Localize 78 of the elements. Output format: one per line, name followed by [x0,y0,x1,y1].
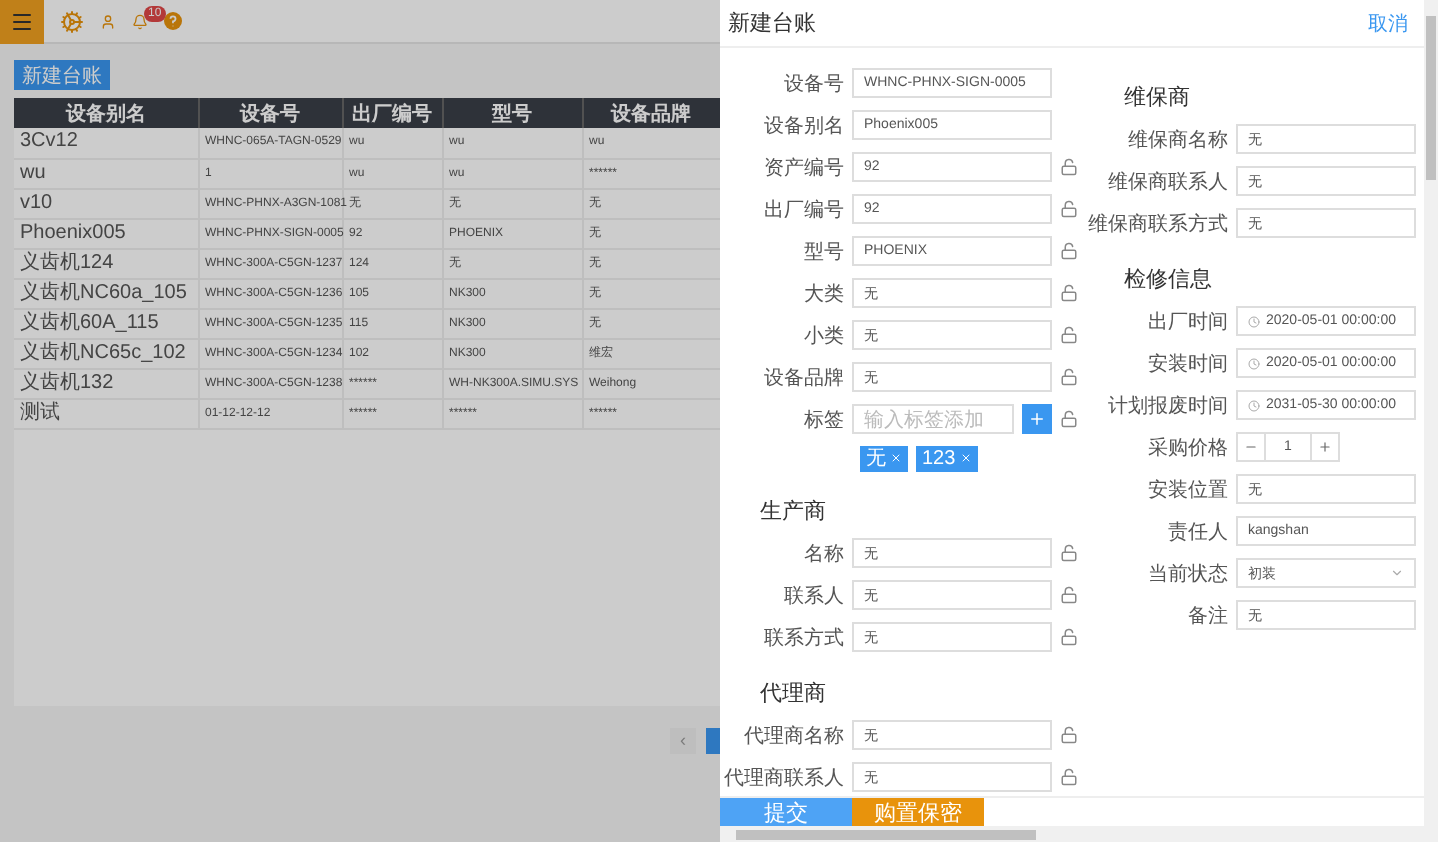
column-header: 出厂编号 [342,98,442,128]
minus-icon [1244,440,1258,454]
field-label: 标签 [802,407,844,433]
clock-icon [1248,315,1260,327]
section-title: 代理商 [758,679,828,709]
field-label: 资产编号 [762,155,844,181]
field-label: 设备号 [782,71,844,97]
section-title: 生产商 [758,497,828,527]
menu-button[interactable] [0,0,44,43]
field-label: 大类 [802,281,844,307]
gear-icon [60,9,84,33]
field-label: 设备品牌 [762,365,844,391]
unlock-icon[interactable] [1060,410,1078,428]
column-header: 型号 [442,98,582,128]
unlock-icon[interactable] [1060,628,1078,646]
unlock-icon[interactable] [1060,368,1078,386]
close-icon[interactable] [959,452,972,464]
section-title: 维保商 [1122,83,1192,113]
field-label: 名称 [802,541,844,567]
table-cell: Phoenix005 [14,218,198,248]
field-label: 设备别名 [762,113,844,139]
field-label: 联系方式 [762,625,844,651]
page-button[interactable] [706,727,720,753]
field-label: 出厂编号 [762,197,844,223]
table-cell: 义齿机NC65c_102 [14,338,198,368]
unlock-icon[interactable] [1060,586,1078,604]
column-header: 设备别名 [14,98,198,128]
unlock-icon[interactable] [1060,158,1078,176]
section-title: 检修信息 [1122,265,1214,295]
unlock-icon[interactable] [1060,200,1078,218]
field-label: 当前状态 [1146,561,1228,587]
vertical-scrollbar[interactable] [1424,0,1438,826]
unlock-icon[interactable] [1060,284,1078,302]
field-label: 安装位置 [1146,477,1228,503]
plus-icon [1028,410,1046,428]
clock-icon [1248,357,1260,369]
horizontal-scrollbar[interactable] [720,826,1438,842]
unlock-icon[interactable] [1060,544,1078,562]
unlock-icon[interactable] [1060,326,1078,344]
column-header: 设备号 [198,98,342,128]
unlock-icon[interactable] [1060,768,1078,786]
drawer-title: 新建台账 [728,9,816,38]
table-cell: 义齿机60A_115 [14,308,198,338]
tag-text: 123 [922,447,956,469]
field-label: 维保商名称 [1126,127,1228,153]
menu-icon [10,9,34,33]
column-header: 设备品牌 [582,98,720,128]
field-label: 备注 [1186,603,1228,629]
field-label: 计划报废时间 [1106,393,1228,419]
field-label: 小类 [802,323,844,349]
unlock-icon[interactable] [1060,242,1078,260]
field-label: 出厂时间 [1146,309,1228,335]
table-cell: 3Cv12 [14,128,198,158]
plus-icon [1318,440,1332,454]
table-cell: 义齿机NC60a_105 [14,278,198,308]
close-icon[interactable] [890,452,902,464]
field-label: 安装时间 [1146,351,1228,377]
field-label: 责任人 [1166,519,1228,545]
field-label: 维保商联系方式 [1086,211,1228,237]
field-label: 代理商名称 [742,723,844,749]
table-cell: wu [14,158,198,188]
bell-icon[interactable] [132,13,148,29]
table-cell: 义齿机124 [14,248,198,278]
table-cell: v10 [14,188,198,218]
field-label: 联系人 [782,583,844,609]
field-label: 代理商联系人 [722,765,844,791]
help-icon[interactable] [164,12,182,30]
table-cell: 义齿机132 [14,368,198,398]
field-label: 采购价格 [1146,435,1228,461]
field-label: 型号 [802,239,844,265]
user-icon[interactable] [100,13,116,29]
add-button[interactable] [1022,404,1052,434]
field-label: 维保商联系人 [1106,169,1228,195]
tag-text: 无 [866,446,886,472]
clock-icon [1248,399,1260,411]
unlock-icon[interactable] [1060,726,1078,744]
chevron-down-icon [1390,566,1404,580]
table-cell: 测试 [14,398,198,428]
